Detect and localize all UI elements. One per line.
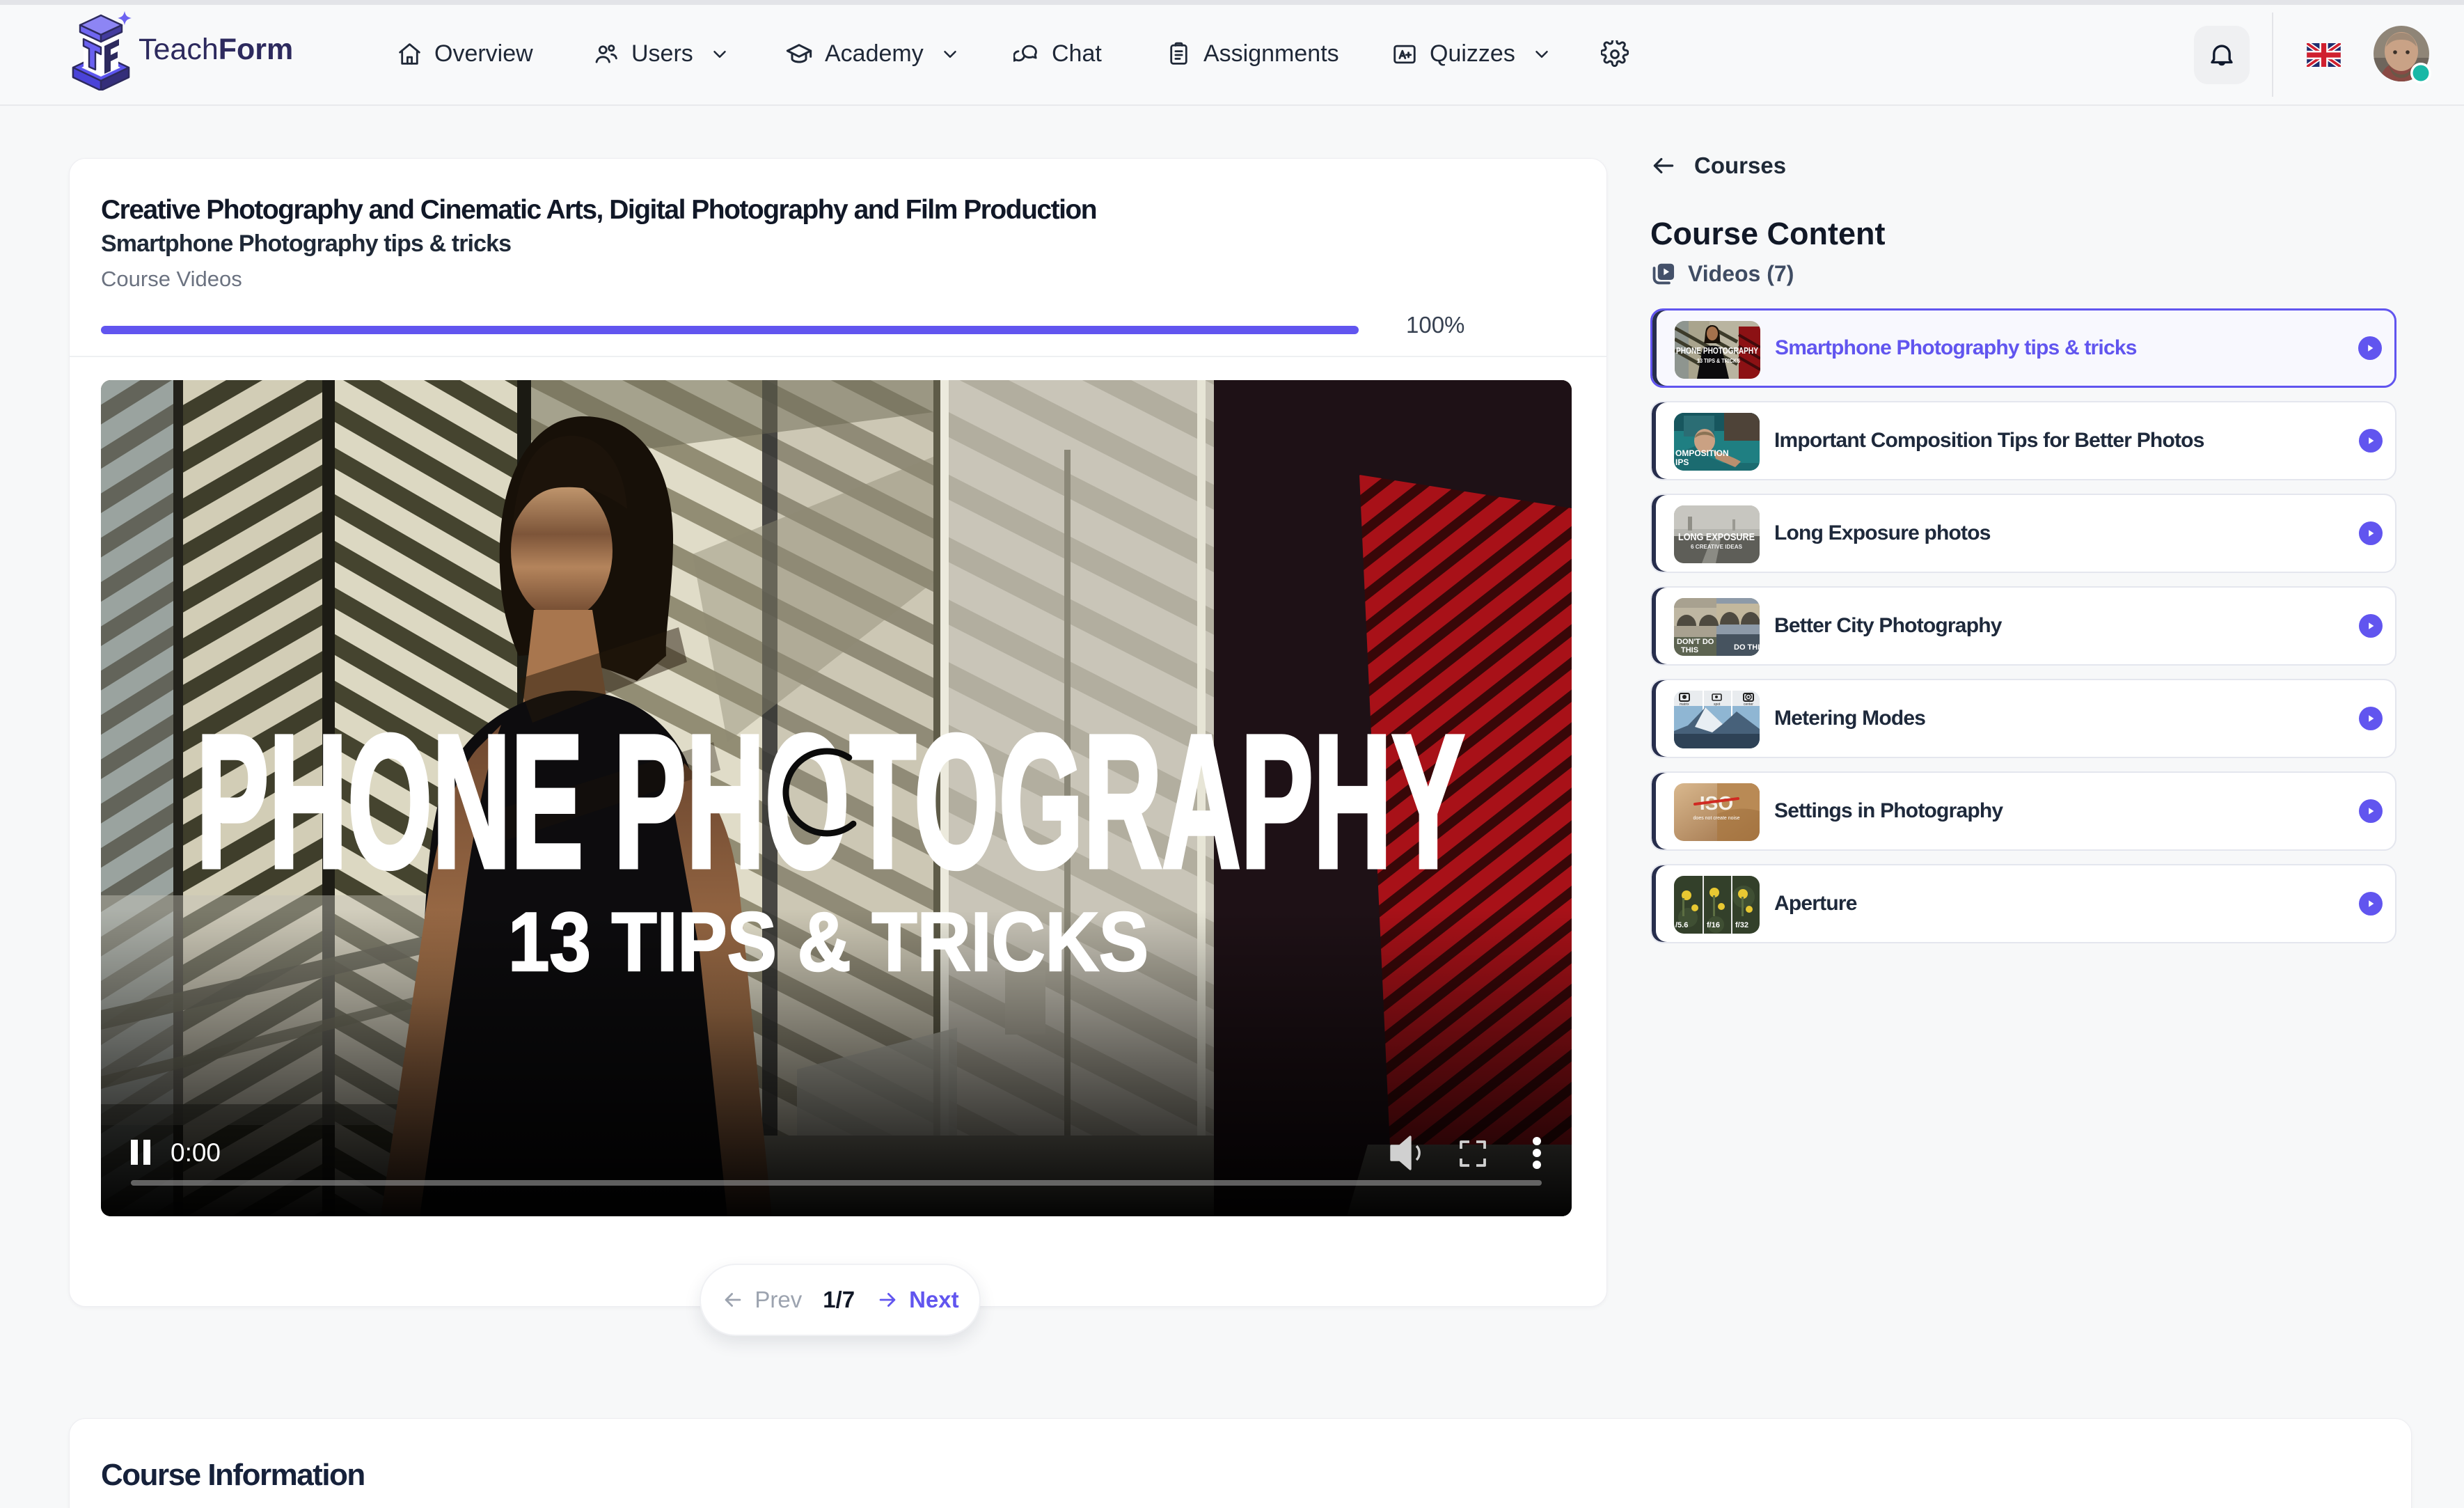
svg-text:OMPOSITION: OMPOSITION bbox=[1675, 448, 1729, 458]
svg-text:center: center bbox=[1744, 702, 1753, 707]
svg-text:f/32: f/32 bbox=[1735, 921, 1748, 929]
svg-text:PHONE PHOTOGRAPHY: PHONE PHOTOGRAPHY bbox=[196, 696, 1464, 907]
svg-text:does not create noise: does not create noise bbox=[1693, 816, 1740, 821]
svg-text:matrix: matrix bbox=[1680, 702, 1689, 707]
svg-text:PHONE PHOTOGRAPHY: PHONE PHOTOGRAPHY bbox=[1676, 345, 1758, 356]
svg-text:LONG EXPOSURE: LONG EXPOSURE bbox=[1678, 531, 1755, 543]
svg-text:IPS: IPS bbox=[1675, 457, 1689, 467]
svg-text:f/16: f/16 bbox=[1707, 921, 1720, 929]
svg-text:THIS: THIS bbox=[1681, 646, 1698, 654]
svg-text:6 CREATIVE IDEAS: 6 CREATIVE IDEAS bbox=[1691, 544, 1743, 550]
svg-text:0:00: 0:00 bbox=[171, 1138, 221, 1167]
svg-text:DON'T DO: DON'T DO bbox=[1677, 638, 1714, 646]
svg-text:spot: spot bbox=[1714, 702, 1721, 707]
svg-text:13 TIPS & TRICKS: 13 TIPS & TRICKS bbox=[1697, 358, 1741, 364]
svg-text:13 TIPS & TRICKS: 13 TIPS & TRICKS bbox=[508, 895, 1148, 989]
svg-text:DO THIS: DO THIS bbox=[1734, 643, 1760, 652]
svg-text:/5.6: /5.6 bbox=[1675, 921, 1688, 929]
